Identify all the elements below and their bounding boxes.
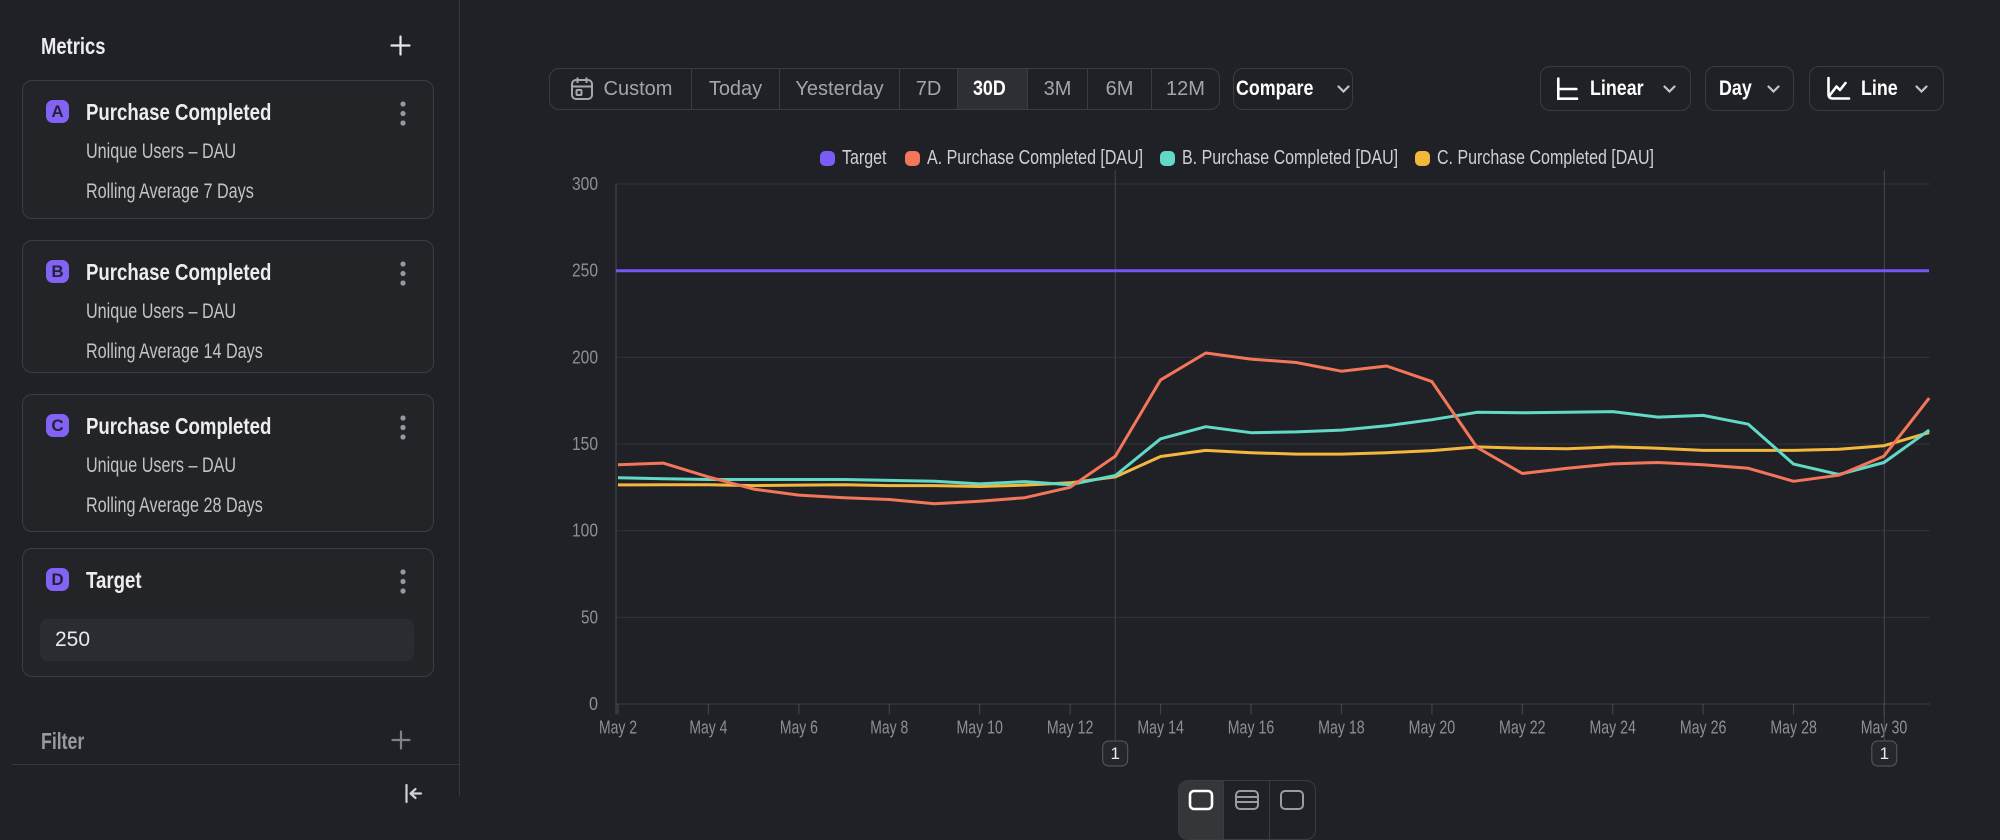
svg-text:May 8: May 8 bbox=[870, 717, 908, 738]
svg-text:50: 50 bbox=[581, 606, 598, 627]
svg-text:May 20: May 20 bbox=[1409, 717, 1456, 738]
svg-text:May 12: May 12 bbox=[1047, 717, 1094, 738]
svg-text:1: 1 bbox=[1880, 744, 1889, 763]
svg-text:May 28: May 28 bbox=[1770, 717, 1817, 738]
svg-text:May 4: May 4 bbox=[689, 717, 727, 738]
svg-text:0: 0 bbox=[589, 693, 598, 714]
svg-text:1: 1 bbox=[1110, 744, 1119, 763]
svg-text:150: 150 bbox=[572, 433, 598, 454]
svg-text:May 6: May 6 bbox=[780, 717, 818, 738]
svg-text:May 10: May 10 bbox=[956, 717, 1003, 738]
svg-text:300: 300 bbox=[572, 173, 598, 194]
svg-text:May 26: May 26 bbox=[1680, 717, 1727, 738]
svg-text:May 14: May 14 bbox=[1137, 717, 1184, 738]
svg-text:May 16: May 16 bbox=[1228, 717, 1275, 738]
svg-text:May 2: May 2 bbox=[599, 717, 637, 738]
svg-text:250: 250 bbox=[572, 260, 598, 281]
svg-text:May 24: May 24 bbox=[1589, 717, 1636, 738]
svg-text:100: 100 bbox=[572, 520, 598, 541]
svg-text:May 18: May 18 bbox=[1318, 717, 1365, 738]
svg-text:May 22: May 22 bbox=[1499, 717, 1546, 738]
svg-text:200: 200 bbox=[572, 346, 598, 367]
